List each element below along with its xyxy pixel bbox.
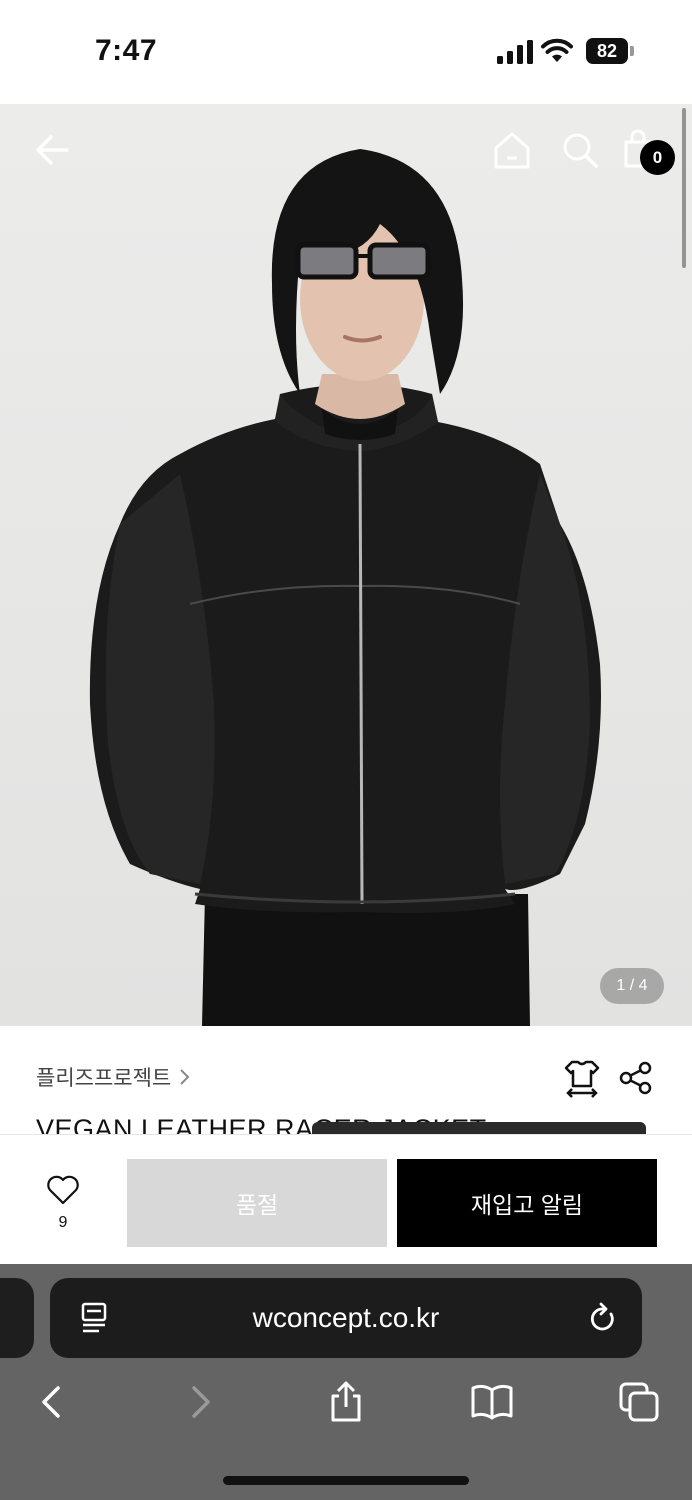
chevron-left-icon[interactable] xyxy=(30,1380,74,1424)
purchase-action-bar: 9 품절 재입고 알림 xyxy=(0,1134,692,1264)
browser-nav-row xyxy=(0,1374,692,1434)
home-indicator[interactable] xyxy=(223,1476,469,1485)
wifi-icon xyxy=(541,38,573,62)
signal-icon xyxy=(497,40,533,64)
tabs-icon[interactable] xyxy=(617,1380,661,1424)
share-icon[interactable] xyxy=(618,1060,654,1096)
chevron-right-icon[interactable] xyxy=(178,1380,222,1424)
size-guide-icon[interactable] xyxy=(562,1058,602,1098)
share-upload-icon[interactable] xyxy=(324,1380,368,1424)
bookmarks-icon[interactable] xyxy=(470,1380,514,1424)
url-text: wconcept.co.kr xyxy=(252,1302,440,1333)
status-time: 7:47 xyxy=(95,34,158,67)
scrollbar[interactable] xyxy=(682,108,686,268)
home-icon[interactable] xyxy=(490,128,534,172)
product-photo xyxy=(89,149,601,1026)
brand-name: 플리즈프로젝트 xyxy=(36,1067,172,1090)
browser-toolbar: wconcept.co.kr xyxy=(0,1264,692,1500)
heart-icon xyxy=(47,1175,79,1205)
product-image-carousel[interactable]: 0 1 / 4 xyxy=(0,104,692,1026)
restock-alert-button[interactable]: 재입고 알림 xyxy=(397,1159,657,1247)
search-icon[interactable] xyxy=(558,128,602,172)
wishlist-button[interactable]: 9 xyxy=(40,1175,86,1235)
battery-level: 82 xyxy=(596,41,618,61)
brand-link[interactable]: 플리즈프로젝트 xyxy=(36,1062,191,1092)
chevron-right-icon xyxy=(180,1069,190,1085)
status-bar: 7:47 82 xyxy=(0,0,692,104)
previous-tab-preview[interactable] xyxy=(0,1278,34,1358)
battery-icon: 82 xyxy=(586,38,634,64)
image-page-indicator: 1 / 4 xyxy=(600,968,664,1004)
soldout-button[interactable]: 품절 xyxy=(127,1159,387,1247)
wish-count: 9 xyxy=(58,1214,68,1231)
back-arrow-icon[interactable] xyxy=(31,128,75,172)
product-info: 플리즈프로젝트 VEGAN LEATHER RACER JACKET xyxy=(0,1026,692,1136)
reload-icon[interactable] xyxy=(588,1302,618,1334)
cart-count-badge: 0 xyxy=(640,140,675,175)
address-bar[interactable]: wconcept.co.kr xyxy=(50,1278,642,1358)
